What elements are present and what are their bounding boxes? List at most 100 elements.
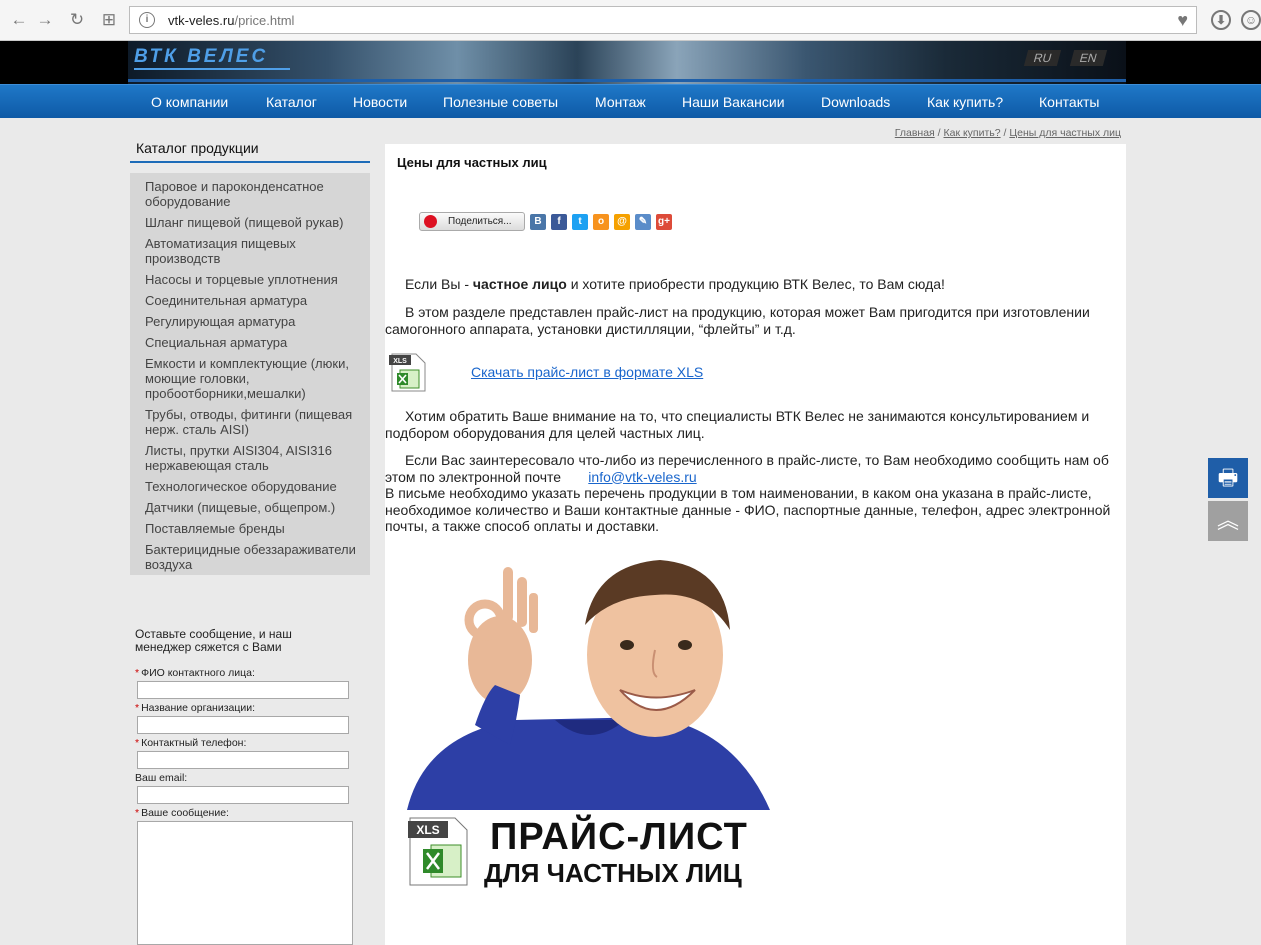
odnoklassniki-icon[interactable]: о bbox=[593, 214, 609, 230]
scroll-up-button[interactable]: ︽ bbox=[1208, 501, 1248, 541]
org-input[interactable] bbox=[137, 716, 349, 734]
main-navigation: О компании Каталог Новости Полезные сове… bbox=[0, 84, 1261, 118]
email-label: Ваш email: bbox=[135, 772, 188, 784]
phone-input[interactable] bbox=[137, 751, 349, 769]
page-title: Цены для частных лиц bbox=[397, 155, 547, 170]
url-path: /price.html bbox=[234, 13, 295, 28]
download-price-link[interactable]: Скачать прайс-лист в формате XLS bbox=[471, 364, 703, 380]
site-info-icon[interactable]: i bbox=[139, 12, 155, 28]
xls-label: XLS bbox=[393, 358, 407, 365]
catalog-item-special-valves[interactable]: Специальная арматура bbox=[145, 335, 365, 350]
address-bar[interactable]: i vtk-veles.ru/price.html ♥ bbox=[129, 6, 1197, 34]
reload-icon[interactable]: ↻ bbox=[66, 9, 88, 31]
email-input[interactable] bbox=[137, 786, 349, 804]
profile-icon[interactable]: ☺ bbox=[1241, 10, 1261, 30]
nav-installation[interactable]: Монтаж bbox=[595, 94, 646, 110]
catalog-item-automation[interactable]: Автоматизация пищевых производств bbox=[145, 236, 365, 266]
nav-news[interactable]: Новости bbox=[353, 94, 407, 110]
twitter-icon[interactable]: t bbox=[572, 214, 588, 230]
promo-subtitle: ДЛЯ ЧАСТНЫХ ЛИЦ bbox=[484, 858, 742, 888]
nav-contacts[interactable]: Контакты bbox=[1039, 94, 1099, 110]
printer-icon: 🖶 bbox=[1217, 465, 1239, 490]
phone-label-text: Контактный телефон: bbox=[141, 737, 247, 749]
catalog-item-tech-equipment[interactable]: Технологическое оборудование bbox=[145, 479, 365, 494]
nav-catalog[interactable]: Каталог bbox=[266, 94, 317, 110]
breadcrumb-home[interactable]: Главная bbox=[895, 127, 935, 139]
paragraph-notice: Хотим обратить Ваше внимание на то, что … bbox=[385, 408, 1090, 441]
catalog-list: Паровое и пароконденсатное оборудование … bbox=[130, 173, 370, 575]
paragraph-instructions: В письме необходимо указать перечень про… bbox=[385, 485, 1111, 534]
share-label: Поделиться... bbox=[448, 216, 512, 227]
nav-about[interactable]: О компании bbox=[151, 94, 228, 110]
paragraph-contact: Если Вас заинтересовало что-либо из пере… bbox=[385, 452, 1121, 485]
catalog-item-control-valves[interactable]: Регулирующая арматура bbox=[145, 314, 365, 329]
lang-en-button[interactable]: EN bbox=[1069, 50, 1107, 66]
message-textarea[interactable] bbox=[137, 821, 353, 945]
fio-input[interactable] bbox=[137, 681, 349, 699]
required-mark: * bbox=[135, 667, 140, 679]
catalog-item-sensors[interactable]: Датчики (пищевые, общепром.) bbox=[145, 500, 365, 515]
catalog-title: Каталог продукции bbox=[130, 140, 370, 163]
browser-toolbar: ← → ↻ ⊞ i vtk-veles.ru/price.html ♥ ⬇ ☺ bbox=[0, 0, 1261, 41]
nav-vacancies[interactable]: Наши Вакансии bbox=[682, 94, 785, 110]
logo-underline bbox=[134, 68, 290, 70]
download-icon[interactable]: ⬇ bbox=[1211, 10, 1231, 30]
vk-icon[interactable]: B bbox=[530, 214, 546, 230]
p1-post: и хотите приобрести продукцию ВТК Велес,… bbox=[566, 276, 945, 292]
org-label-text: Название организации: bbox=[141, 702, 256, 714]
catalog-item-brands[interactable]: Поставляемые бренды bbox=[145, 521, 365, 536]
catalog-item-uv[interactable]: Бактерицидные обеззараживатели воздуха bbox=[145, 542, 365, 572]
share-icon bbox=[424, 215, 437, 228]
nav-downloads[interactable]: Downloads bbox=[821, 94, 890, 110]
p4-pre: Если Вас заинтересовало что-либо из пере… bbox=[385, 452, 1109, 485]
form-intro: Оставьте сообщение, и наш менеджер сяжет… bbox=[135, 627, 292, 654]
forward-arrow-icon[interactable]: → bbox=[34, 9, 56, 31]
site-header: ВТК ВЕЛЕС RU EN bbox=[0, 41, 1261, 84]
lang-ru-button[interactable]: RU bbox=[1023, 50, 1062, 66]
email-link[interactable]: info@vtk-veles.ru bbox=[588, 469, 696, 485]
required-mark: * bbox=[135, 807, 140, 819]
facebook-icon[interactable]: f bbox=[551, 214, 567, 230]
catalog-item-pipes[interactable]: Трубы, отводы, фитинги (пищевая нерж. ст… bbox=[145, 407, 365, 437]
header-banner bbox=[128, 41, 1126, 84]
livejournal-icon[interactable]: ✎ bbox=[635, 214, 651, 230]
breadcrumb-separator: / bbox=[934, 127, 944, 139]
print-button[interactable]: 🖶 bbox=[1208, 458, 1248, 498]
message-label: * Ваше сообщение: bbox=[135, 807, 229, 819]
xls-file-icon[interactable]: XLS bbox=[388, 353, 426, 392]
url-host: vtk-veles.ru bbox=[168, 13, 235, 28]
catalog-item-tanks[interactable]: Емкости и комплектующие (люки, моющие го… bbox=[145, 356, 365, 401]
required-mark: * bbox=[135, 702, 140, 714]
url-text: vtk-veles.ru/price.html bbox=[168, 13, 294, 28]
breadcrumb: Главная / Как купить? / Цены для частных… bbox=[895, 127, 1121, 139]
mailru-icon[interactable]: @ bbox=[614, 214, 630, 230]
back-arrow-icon[interactable]: ← bbox=[8, 9, 30, 31]
fio-label: * ФИО контактного лица: bbox=[135, 667, 255, 679]
catalog-item-sheets[interactable]: Листы, прутки AISI304, AISI316 нержавеющ… bbox=[145, 443, 365, 473]
p1-pre: Если Вы - bbox=[405, 276, 473, 292]
share-button[interactable]: Поделиться... bbox=[419, 212, 525, 231]
fio-label-text: ФИО контактного лица: bbox=[141, 667, 255, 679]
apps-grid-icon[interactable]: ⊞ bbox=[98, 9, 120, 31]
catalog-item-fittings[interactable]: Соединительная арматура bbox=[145, 293, 365, 308]
catalog-item-hose[interactable]: Шланг пищевой (пищевой рукав) bbox=[145, 215, 365, 230]
nav-tips[interactable]: Полезные советы bbox=[443, 94, 558, 110]
breadcrumb-current[interactable]: Цены для частных лиц bbox=[1009, 127, 1121, 139]
paragraph-description: В этом разделе представлен прайс-лист на… bbox=[385, 304, 1090, 337]
site-logo[interactable]: ВТК ВЕЛЕС bbox=[134, 46, 268, 68]
promo-title: ПРАЙС-ЛИСТ bbox=[490, 816, 748, 858]
message-label-text: Ваше сообщение: bbox=[141, 807, 229, 819]
required-mark: * bbox=[135, 737, 140, 749]
org-label: * Название организации: bbox=[135, 702, 255, 714]
googleplus-icon[interactable]: g+ bbox=[656, 214, 672, 230]
bookmark-heart-icon[interactable]: ♥ bbox=[1177, 10, 1188, 31]
chevron-up-icon: ︽ bbox=[1216, 508, 1239, 533]
p1-bold: частное лицо bbox=[472, 276, 567, 292]
catalog-item-pumps[interactable]: Насосы и торцевые уплотнения bbox=[145, 272, 365, 287]
paragraph-intro: Если Вы - частное лицо и хотите приобрес… bbox=[385, 276, 1121, 293]
banner-stripe bbox=[128, 79, 1126, 82]
catalog-item-steam[interactable]: Паровое и пароконденсатное оборудование bbox=[145, 179, 365, 209]
promo-xls-label: XLS bbox=[416, 823, 439, 837]
nav-how-to-buy[interactable]: Как купить? bbox=[927, 94, 1003, 110]
breadcrumb-how-to-buy[interactable]: Как купить? bbox=[944, 127, 1001, 139]
